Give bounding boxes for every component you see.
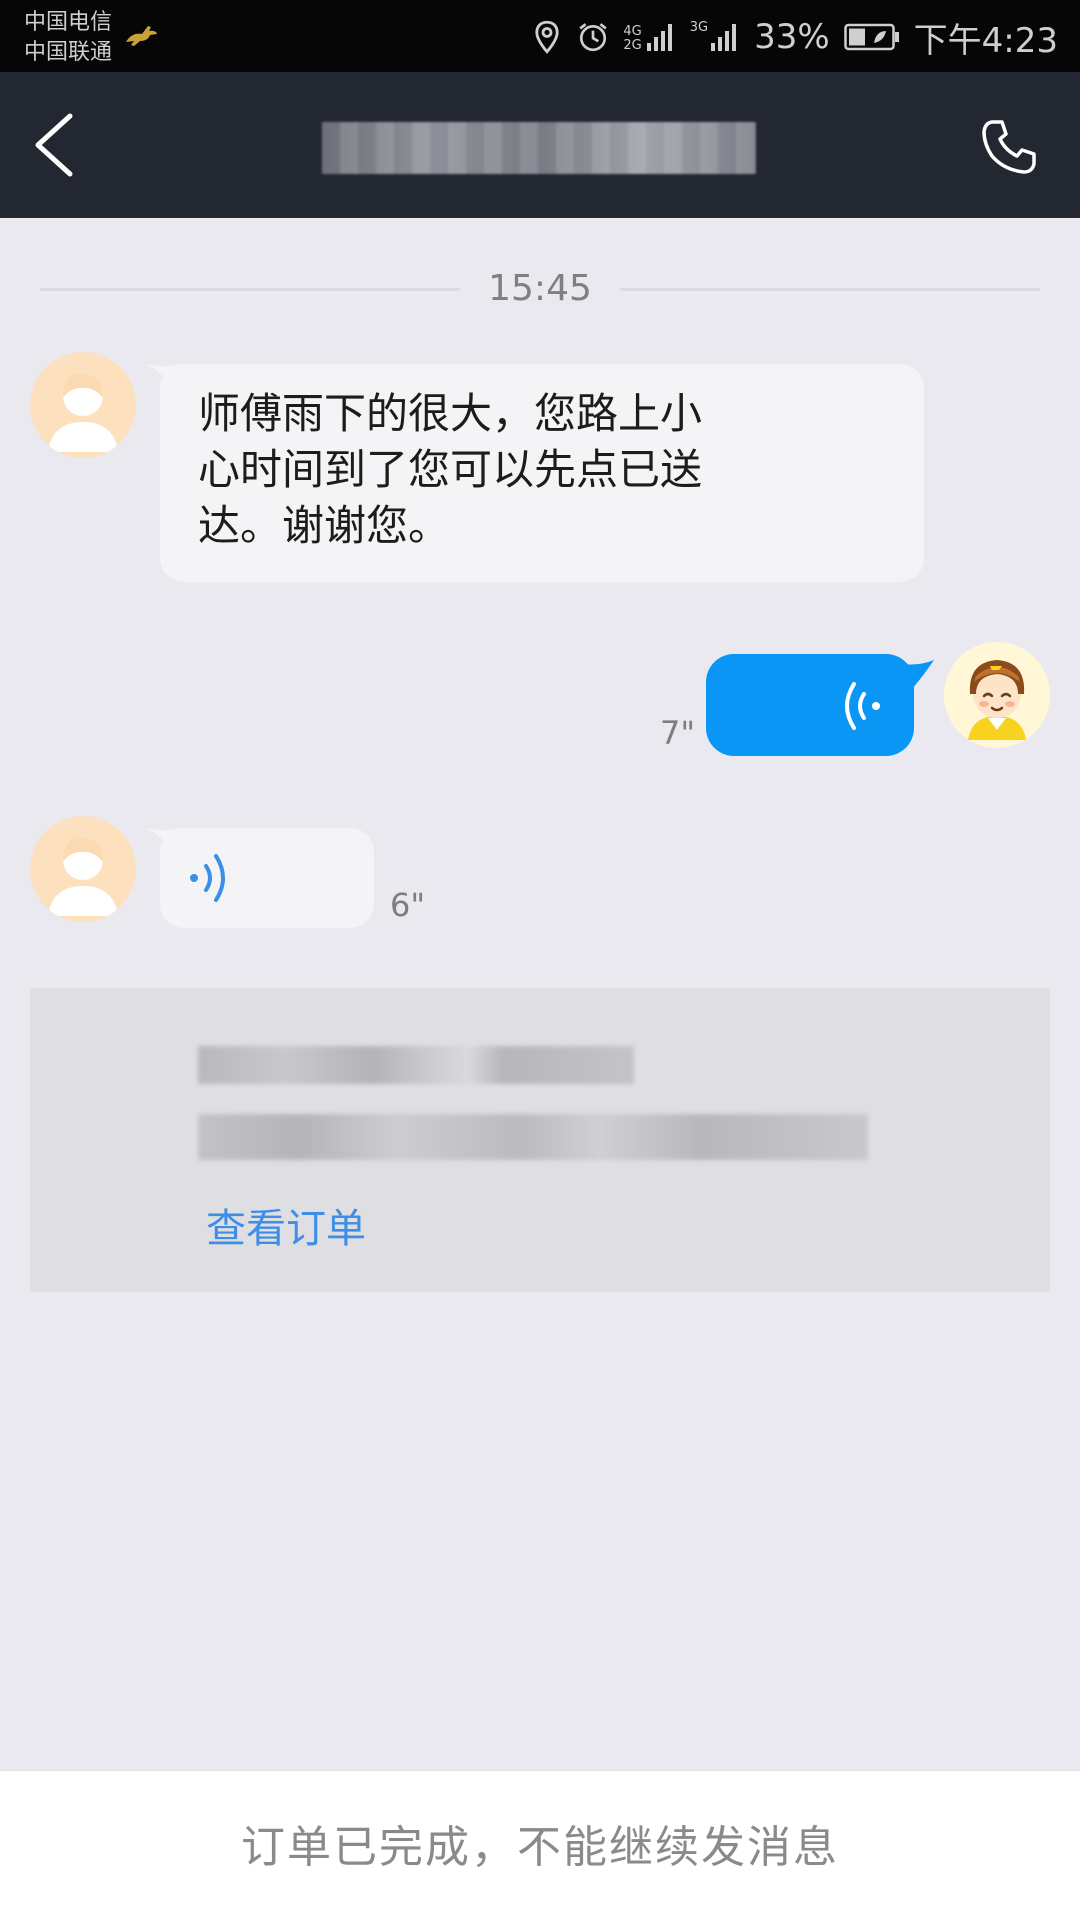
timestamp: 15:45 [488, 268, 592, 309]
bubble-tail [146, 828, 176, 864]
voice-duration: 7" [660, 714, 696, 752]
bubble-tail [900, 660, 934, 696]
input-bar-disabled: 订单已完成，不能继续发消息 [0, 1770, 1080, 1921]
chat-title [322, 122, 756, 174]
courier-rider-icon [944, 642, 1050, 748]
message-bubble-merchant-voice[interactable] [146, 828, 374, 928]
signal-2: 3G [690, 21, 740, 53]
location-icon [535, 20, 559, 54]
message-bubble-courier-voice[interactable] [706, 654, 934, 756]
separator-line-left [40, 288, 460, 291]
chat-header [0, 72, 1080, 218]
message-text: 师傅雨下的很大，您路上小心时间到了您可以先点已送达。谢谢您。 [198, 389, 703, 550]
order-closed-notice: 订单已完成，不能继续发消息 [241, 1822, 839, 1873]
carrier-info: 中国电信 中国联通 [24, 8, 112, 68]
separator-line-right [620, 288, 1040, 291]
view-order-link[interactable]: 查看订单 [206, 1196, 366, 1254]
carrier-2: 中国联通 [24, 40, 113, 65]
network-type-3: 3G [689, 20, 709, 35]
order-info-line-1 [198, 1046, 634, 1084]
signal-bars-icon [711, 24, 737, 51]
order-info-line-2 [198, 1114, 868, 1160]
time-separator: 15:45 [40, 268, 1040, 316]
signal-1: 4G 2G [623, 21, 675, 53]
network-type-2: 2G [623, 38, 642, 53]
voice-duration: 6" [390, 886, 426, 924]
voice-wave-icon [845, 682, 880, 730]
clock: 下午4:23 [913, 20, 1058, 61]
user-silhouette-icon [48, 838, 118, 916]
signal-bars-icon [646, 24, 672, 51]
status-icons: 4G 2G 3G 33% 下午4:23 [531, 12, 1058, 62]
carrier-1: 中国电信 [24, 10, 113, 35]
message-bubble-merchant-text[interactable]: 师傅雨下的很大，您路上小心时间到了您可以先点已送达。谢谢您。 [146, 364, 924, 582]
voice-wave-icon [190, 854, 225, 902]
bubble-tail [146, 364, 176, 400]
phone-icon[interactable] [980, 116, 1040, 176]
network-type-1: 4G [623, 24, 642, 39]
order-card[interactable]: 查看订单 [30, 988, 1050, 1292]
alarm-icon [579, 23, 607, 52]
merchant-avatar[interactable] [30, 816, 136, 922]
status-bar: 中国电信 中国联通 4G 2G 3G 33% 下午4:23 [0, 0, 1080, 72]
battery-icon [843, 23, 899, 51]
kangaroo-icon [126, 26, 157, 46]
merchant-avatar[interactable] [30, 352, 136, 458]
battery-percent: 33% [754, 17, 830, 57]
back-button[interactable] [30, 112, 80, 178]
user-silhouette-icon [48, 374, 118, 452]
courier-avatar[interactable] [944, 642, 1050, 748]
